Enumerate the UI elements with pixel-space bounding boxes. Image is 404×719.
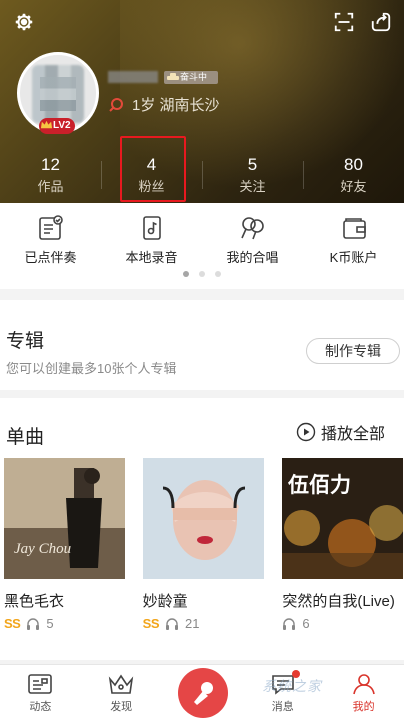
song-title: 妙龄童 bbox=[142, 593, 188, 610]
create-album-button[interactable]: 制作专辑 bbox=[306, 338, 400, 364]
stat-following[interactable]: 5 关注 bbox=[202, 153, 303, 201]
album-subtitle: 您可以创建最多10张个人专辑 bbox=[6, 361, 177, 376]
chorus-icon bbox=[240, 217, 264, 240]
song-meta: SS 5 bbox=[4, 616, 54, 631]
stat-works[interactable]: 12 作品 bbox=[0, 153, 101, 201]
discover-crown-icon bbox=[108, 674, 134, 694]
search-location-icon bbox=[109, 97, 123, 112]
quick-action-chorus[interactable]: 我的合唱 bbox=[202, 203, 303, 269]
microphone-icon bbox=[194, 682, 213, 705]
quick-action-local-recording[interactable]: 本地录音 bbox=[101, 203, 202, 269]
headphone-icon bbox=[166, 617, 179, 630]
album-section: 专辑 您可以创建最多10张个人专辑 制作专辑 bbox=[0, 300, 404, 390]
rating-badge: SS bbox=[4, 616, 21, 631]
nav-profile[interactable]: 我的 bbox=[323, 665, 404, 719]
nav-feed[interactable]: 动态 bbox=[0, 665, 81, 719]
listen-count: 5 bbox=[46, 616, 54, 631]
headphone-icon bbox=[27, 617, 40, 630]
play-all-button[interactable]: 播放全部 bbox=[296, 420, 385, 444]
page-dot[interactable] bbox=[215, 271, 221, 277]
page-dot[interactable] bbox=[199, 271, 205, 277]
page-dot[interactable] bbox=[183, 271, 189, 277]
album-cover[interactable]: Jay Chou bbox=[4, 458, 125, 579]
nav-discover[interactable]: 发现 bbox=[81, 665, 162, 719]
vip-badge: 奋斗中 bbox=[164, 71, 218, 84]
play-circle-icon bbox=[296, 422, 316, 442]
svg-text:伍佰力: 伍佰力 bbox=[288, 473, 351, 497]
profile-header: LV2 奋斗中 1岁 湖南长沙 12 作品 4 粉丝 5 关注 80 好友 bbox=[0, 0, 404, 203]
share-icon[interactable] bbox=[367, 8, 395, 36]
record-microphone-button[interactable] bbox=[178, 668, 228, 718]
settings-gear-icon[interactable] bbox=[10, 8, 38, 36]
wallet-icon bbox=[342, 218, 366, 239]
location-row: 1岁 湖南长沙 bbox=[108, 94, 220, 115]
rating-badge: SS bbox=[142, 616, 160, 631]
quick-action-k-coin-wallet[interactable]: K币账户 bbox=[303, 203, 404, 269]
page-indicator bbox=[0, 271, 404, 277]
stat-friends[interactable]: 80 好友 bbox=[303, 153, 404, 201]
level-badge: LV2 bbox=[39, 118, 75, 134]
svg-text:Jay Chou: Jay Chou bbox=[14, 541, 71, 557]
avatar[interactable]: LV2 bbox=[17, 52, 99, 134]
feed-icon bbox=[28, 674, 53, 694]
crown-icon bbox=[40, 120, 53, 129]
car-icon bbox=[167, 73, 179, 80]
listen-count: 21 bbox=[185, 616, 200, 631]
album-cover[interactable]: 伍佰力 bbox=[282, 458, 404, 579]
scan-icon[interactable] bbox=[330, 8, 358, 36]
song-title: 黑色毛衣 bbox=[4, 593, 65, 610]
unread-dot bbox=[292, 670, 301, 678]
singles-title: 单曲 bbox=[6, 427, 45, 448]
headphone-icon bbox=[283, 617, 296, 630]
singles-section: 单曲 播放全部 Jay Chou 黑色毛衣 SS 5 妙龄童 SS 21 伍佰力… bbox=[0, 398, 404, 660]
album-cover[interactable] bbox=[142, 458, 264, 579]
album-title: 专辑 bbox=[6, 331, 45, 352]
song-meta: SS 21 bbox=[143, 616, 200, 631]
song-title: 突然的自我(Live) bbox=[282, 593, 395, 610]
local-recording-icon bbox=[142, 216, 161, 240]
profile-stats: 12 作品 4 粉丝 5 关注 80 好友 bbox=[0, 153, 404, 201]
quick-action-ordered-accompaniment[interactable]: 已点伴奏 bbox=[0, 203, 101, 269]
listen-count: 6 bbox=[302, 616, 310, 631]
song-meta: 6 bbox=[282, 616, 310, 631]
quick-actions: 已点伴奏 本地录音 我的合唱 K币账户 bbox=[0, 203, 404, 289]
profile-icon bbox=[352, 674, 375, 695]
ordered-accompaniment-icon bbox=[38, 215, 63, 240]
nav-messages[interactable]: 消息 bbox=[242, 665, 323, 719]
fans-highlight-box bbox=[120, 136, 186, 202]
username-redacted bbox=[108, 71, 158, 83]
